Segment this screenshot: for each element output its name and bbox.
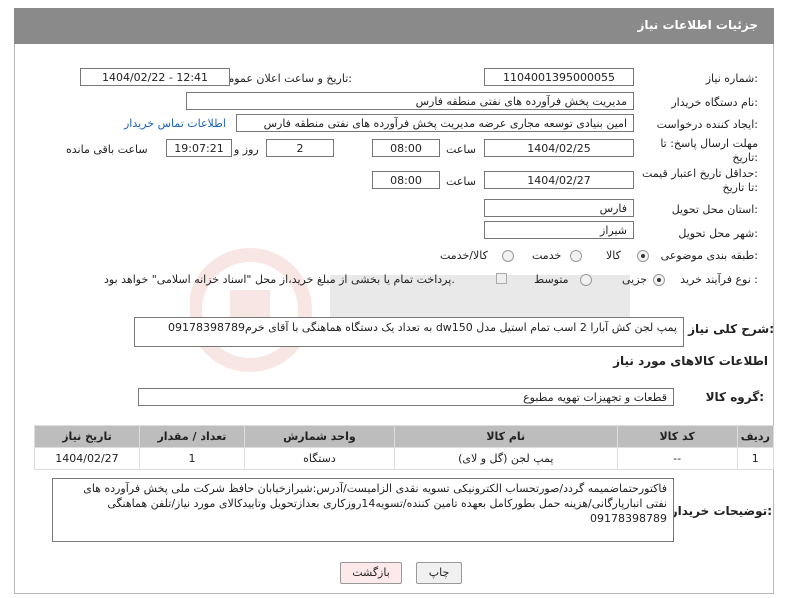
- category-both-label: کالا/خدمت: [440, 249, 488, 262]
- col-date: تاریخ نیاز: [34, 425, 140, 448]
- category-radio-service[interactable]: [570, 250, 582, 262]
- col-row: ردیف: [736, 425, 775, 448]
- cell-date: 1404/02/27: [34, 447, 140, 470]
- purchase-radio-minor[interactable]: [653, 274, 665, 286]
- deadline-time-label: ساعت: [446, 143, 476, 156]
- remaining-label: ساعت باقی مانده: [66, 143, 148, 156]
- col-unit: واحد شمارش: [243, 425, 395, 448]
- deadline-label: مهلت ارسال پاسخ: تا: [660, 137, 758, 150]
- treasury-checkbox[interactable]: [496, 273, 507, 284]
- cell-unit: دستگاه: [243, 447, 395, 470]
- col-qty: تعداد / مقدار: [138, 425, 245, 448]
- price-validity-date-label: تا تاریخ:: [722, 181, 758, 194]
- category-radio-goods[interactable]: [637, 250, 649, 262]
- category-radio-both[interactable]: [502, 250, 514, 262]
- remaining-time-field: 19:07:21: [166, 139, 232, 157]
- price-validity-date-field: 1404/02/27: [484, 171, 634, 189]
- need-number-field: 1104001395000055: [484, 68, 634, 86]
- purchase-minor-label: جزیی: [622, 273, 648, 286]
- cell-row: 1: [736, 447, 775, 470]
- creator-label: ایجاد کننده درخواست:: [656, 118, 758, 131]
- price-validity-time-field: 08:00: [372, 171, 440, 189]
- table-row: 1 -- پمپ لجن (گل و لای) دستگاه 1 1404/02…: [34, 447, 775, 470]
- city-label: شهر محل تحویل:: [678, 227, 758, 240]
- back-button[interactable]: بازگشت: [340, 562, 402, 584]
- price-validity-label: حداقل تاریخ اعتبار قیمت:: [642, 167, 758, 180]
- announce-label: تاریخ و ساعت اعلان عمومی:: [219, 72, 352, 85]
- items-table: ردیف کد کالا نام کالا واحد شمارش تعداد /…: [34, 425, 775, 470]
- col-code: کد کالا: [616, 425, 738, 448]
- purchase-type-label: نوع فرآیند خرید :: [680, 273, 758, 286]
- goods-group-field: قطعات و تجهیزات تهویه مطبوع: [138, 388, 674, 406]
- purchase-medium-label: متوسط: [534, 273, 569, 286]
- goods-group-label: گروه کالا:: [705, 390, 764, 404]
- need-number-label: شماره نیاز:: [705, 72, 758, 85]
- city-field: شیراز: [484, 221, 634, 239]
- buyer-notes-label: توضیحات خریدار:: [670, 504, 772, 518]
- deadline-time-field: 08:00: [372, 139, 440, 157]
- buyer-org-field: مدیریت پخش فرآورده های نفتی منطقه فارس: [186, 92, 634, 110]
- announce-field: 1404/02/22 - 12:41: [80, 68, 230, 86]
- days-label: روز و: [234, 143, 259, 156]
- page-header: جزئیات اطلاعات نیاز: [14, 8, 774, 44]
- description-label: شرح کلی نیاز:: [688, 322, 774, 336]
- deadline-date-field: 1404/02/25: [484, 139, 634, 157]
- cell-qty: 1: [138, 447, 245, 470]
- creator-field: امین بنیادی توسعه مجاری عرضه مدیریت پخش …: [236, 114, 634, 132]
- buyer-org-label: نام دستگاه خریدار:: [671, 96, 758, 109]
- buyer-contact-link[interactable]: اطلاعات تماس خریدار: [124, 117, 226, 130]
- cell-name: پمپ لجن (گل و لای): [393, 447, 618, 470]
- page-title: جزئیات اطلاعات نیاز: [637, 18, 758, 32]
- category-goods-label: کالا: [606, 249, 621, 262]
- province-field: فارس: [484, 199, 634, 217]
- price-validity-time-label: ساعت: [446, 175, 476, 188]
- description-field: پمپ لجن کش آبارا 2 اسب تمام استیل مدل dw…: [134, 317, 684, 347]
- goods-info-title: اطلاعات کالاهای مورد نیاز: [613, 354, 768, 368]
- category-service-label: خدمت: [532, 249, 562, 262]
- deadline-date-label: تاریخ:: [732, 151, 758, 164]
- category-label: طبقه بندی موضوعی:: [660, 249, 758, 262]
- cell-code: --: [616, 447, 738, 470]
- print-button[interactable]: چاپ: [416, 562, 462, 584]
- table-header-row: ردیف کد کالا نام کالا واحد شمارش تعداد /…: [34, 425, 775, 448]
- days-field: 2: [266, 139, 334, 157]
- treasury-note: پرداخت تمام یا بخشی از مبلغ خرید،از محل …: [104, 273, 455, 286]
- col-name: نام کالا: [393, 425, 618, 448]
- province-label: استان محل تحویل:: [671, 203, 758, 216]
- purchase-radio-medium[interactable]: [580, 274, 592, 286]
- buyer-notes-field: فاکتورحتماضمیمه گردد/صورتحساب الکترونیکی…: [52, 478, 674, 542]
